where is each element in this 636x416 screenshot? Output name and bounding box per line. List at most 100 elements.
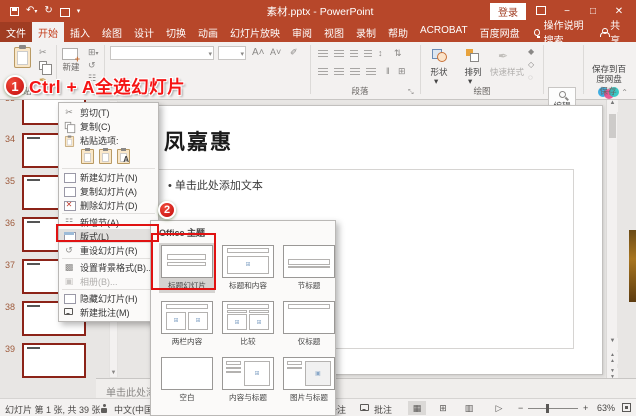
menu-item-new-slide[interactable]: 新建幻灯片(N) [59, 170, 158, 184]
bullets-icon[interactable] [318, 50, 328, 58]
touch-mode-icon[interactable] [60, 8, 70, 17]
new-slide-icon[interactable] [62, 48, 78, 60]
zoom-slider-track[interactable] [528, 408, 578, 409]
tab-help[interactable]: 帮助 [382, 22, 414, 42]
new-slide-label[interactable]: 新建 [58, 61, 84, 73]
tab-slideshow[interactable]: 幻灯片放映 [224, 22, 286, 42]
layout-two-content[interactable]: ⊞⊞ 两栏内容 [159, 299, 215, 349]
paste-text-only-icon[interactable]: A [117, 149, 130, 164]
undo-icon[interactable]: ↶▾ [26, 6, 37, 16]
layout-content-caption[interactable]: ⊞ 内容与标题 [220, 355, 276, 405]
layout-title-only[interactable]: 仅标题 [281, 299, 337, 349]
reading-view-icon[interactable]: ▥ [460, 401, 478, 415]
layout-picture-caption[interactable]: ▣ 图片与标题 [281, 355, 337, 405]
align-right-icon[interactable] [350, 68, 360, 76]
arrange-icon[interactable] [466, 49, 478, 60]
paste-button-icon[interactable] [14, 47, 31, 68]
minimize-button[interactable]: − [556, 6, 578, 17]
copy-icon[interactable] [39, 61, 47, 70]
decrease-indent-icon[interactable] [350, 50, 358, 58]
menu-item-cut[interactable]: ✂ 剪切(T) [59, 105, 158, 119]
text-direction-icon[interactable]: ⇅ [394, 49, 402, 58]
tab-design[interactable]: 设计 [128, 22, 160, 42]
zoom-level[interactable]: 63% [597, 403, 615, 413]
layout-title-content[interactable]: ⊞ 标题和内容 [220, 243, 276, 293]
menu-item-hide-slide[interactable]: 隐藏幻灯片(H) [59, 291, 158, 305]
font-name-combo[interactable]: ▾ [110, 46, 214, 60]
shape-outline-icon[interactable]: ◇ [528, 61, 534, 69]
menu-item-new-comment[interactable]: 新建批注(M) [59, 305, 158, 319]
menu-item-delete-slide[interactable]: 删除幻灯片(D) [59, 198, 158, 212]
tab-file[interactable]: 文件 [0, 22, 32, 42]
arrange-label[interactable]: 排列 [458, 66, 488, 78]
ribbon-display-options-icon[interactable] [530, 5, 552, 17]
scroll-down-icon[interactable]: ▼ [607, 338, 618, 350]
tab-animations[interactable]: 动画 [192, 22, 224, 42]
zoom-in-icon[interactable]: + [583, 403, 588, 413]
normal-view-icon[interactable]: ▦ [408, 401, 426, 415]
tab-baidu-netdisk[interactable]: 百度网盘 [474, 22, 526, 42]
tab-acrobat[interactable]: ACROBAT [414, 22, 474, 42]
tab-draw[interactable]: 绘图 [96, 22, 128, 42]
accessibility-icon[interactable] [100, 404, 108, 413]
align-left-icon[interactable] [318, 68, 328, 76]
tab-record[interactable]: 录制 [350, 22, 382, 42]
shapes-label[interactable]: 形状 [424, 66, 454, 78]
fit-to-window-icon[interactable] [622, 403, 631, 412]
font-size-combo[interactable]: ▾ [218, 46, 246, 60]
paste-use-theme-icon[interactable] [99, 149, 112, 164]
align-center-icon[interactable] [334, 68, 344, 76]
comments-toggle[interactable]: 批注 [374, 403, 392, 416]
layout-section-header[interactable]: 节标题 [281, 243, 337, 293]
main-scrollbar-thumb[interactable] [609, 114, 616, 138]
share-button[interactable]: 共享 [600, 22, 636, 42]
layout-blank[interactable]: 空白 [159, 355, 215, 405]
cut-icon[interactable]: ✂ [39, 48, 47, 57]
redo-icon[interactable]: ↻ [44, 6, 52, 16]
line-spacing-icon[interactable]: ↕ [378, 49, 383, 58]
clear-format-icon[interactable]: ✐ [290, 48, 298, 57]
save-icon[interactable] [10, 7, 19, 16]
signin-button[interactable]: 登录 [490, 3, 526, 20]
paste-keep-source-icon[interactable] [81, 149, 94, 164]
columns-icon[interactable]: ‖ [386, 67, 390, 76]
scroll-down-icon[interactable]: ▼ [110, 370, 117, 376]
slide-thumbnail-39[interactable] [22, 343, 86, 378]
paragraph-dialog-icon[interactable]: ⤡ [408, 89, 414, 96]
layout-comparison[interactable]: ⊞⊞ 比较 [220, 299, 276, 349]
increase-indent-icon[interactable] [364, 50, 372, 58]
slide-layout-icon[interactable]: ⊞▾ [88, 48, 99, 57]
menu-item-reset-slide[interactable]: ↺ 重设幻灯片(R) [59, 243, 158, 257]
slide-sorter-icon[interactable]: ⊞ [434, 401, 452, 415]
main-scrollbar[interactable]: ▲ ▼ ▲▲ ▼▼ [606, 100, 617, 398]
justify-icon[interactable] [366, 68, 376, 76]
tab-view[interactable]: 视图 [318, 22, 350, 42]
menu-item-duplicate-slide[interactable]: 复制幻灯片(A) [59, 184, 158, 198]
menu-item-copy[interactable]: 复制(C) [59, 119, 158, 133]
increase-font-icon[interactable]: A˄ [252, 48, 265, 58]
tab-transitions[interactable]: 切换 [160, 22, 192, 42]
numbering-icon[interactable] [334, 50, 344, 58]
menu-item-format-background[interactable]: ▩ 设置背景格式(B)... [59, 260, 158, 274]
scroll-up-icon[interactable]: ▲ [607, 100, 618, 112]
previous-slide-icon[interactable]: ▲▲ [607, 352, 618, 364]
maximize-button[interactable]: □ [582, 6, 604, 17]
zoom-slider-thumb[interactable] [546, 404, 549, 413]
slide-title[interactable]: 凤嘉惠 [164, 126, 233, 156]
decrease-font-icon[interactable]: A˅ [270, 48, 281, 57]
shape-fill-icon[interactable]: ◆ [528, 48, 534, 56]
tab-home[interactable]: 开始 [32, 22, 64, 42]
shape-effects-icon[interactable]: ◌ [528, 74, 533, 82]
collapse-ribbon-icon[interactable]: ⌃ [621, 88, 628, 97]
close-button[interactable]: ✕ [608, 6, 630, 17]
tell-me-search[interactable]: 操作说明搜索 [526, 22, 600, 42]
tab-insert[interactable]: 插入 [64, 22, 96, 42]
zoom-out-icon[interactable]: − [518, 403, 523, 413]
smartart-icon[interactable]: ⊞ [398, 67, 406, 76]
customize-qat-icon[interactable]: ▾ [77, 8, 81, 15]
shapes-icon[interactable] [432, 49, 445, 60]
tab-review[interactable]: 审阅 [286, 22, 318, 42]
reset-slide-icon[interactable]: ↺ [88, 61, 96, 70]
save-baidu-label[interactable]: 保存到百度网盘 [588, 64, 630, 84]
slideshow-icon[interactable]: ▷ [490, 401, 508, 415]
